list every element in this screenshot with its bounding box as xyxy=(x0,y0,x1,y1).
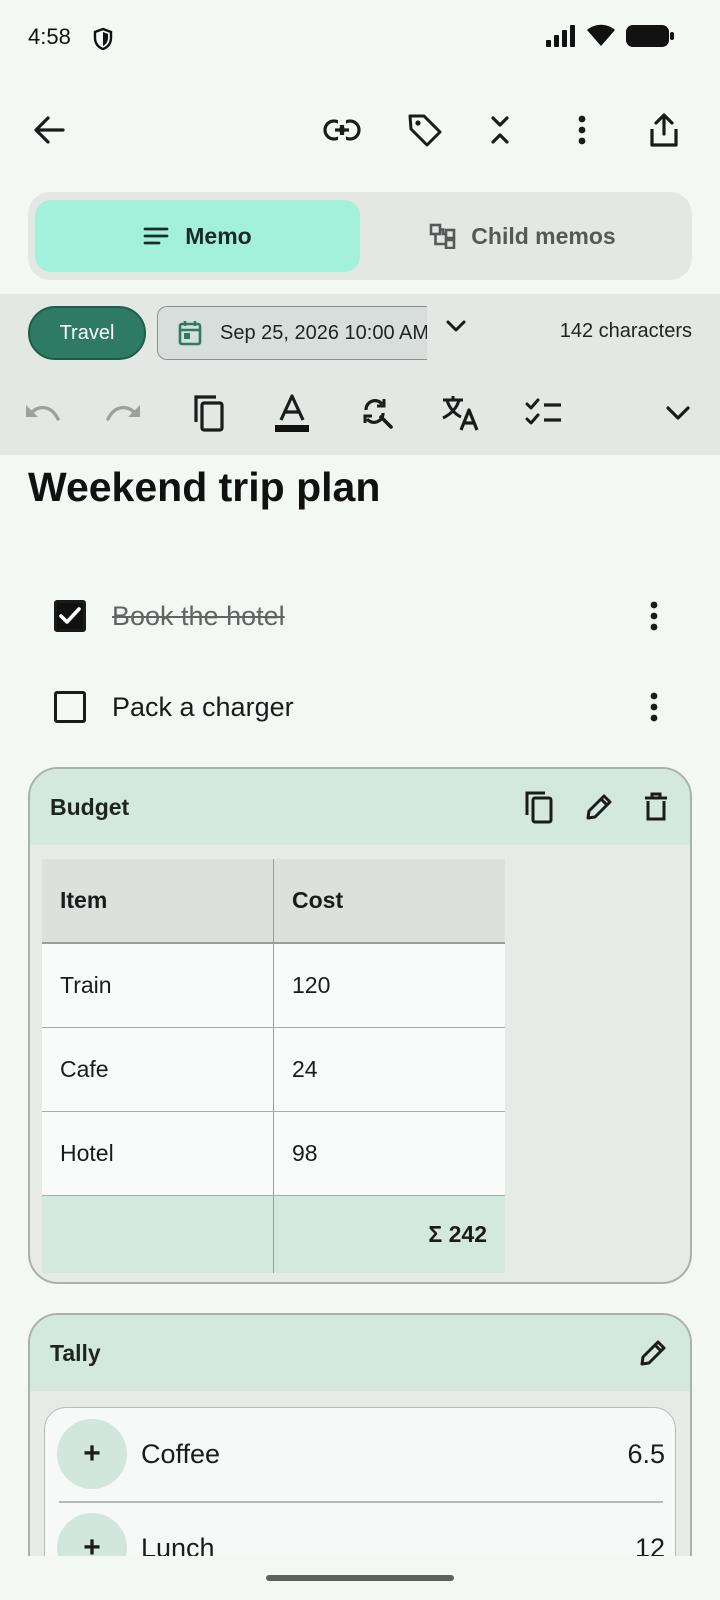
undo-icon xyxy=(23,401,61,425)
redo-icon xyxy=(105,401,143,425)
table-cell[interactable]: 24 xyxy=(273,1027,505,1112)
checklist-item-text[interactable]: Pack a charger xyxy=(112,692,634,723)
budget-card-title: Budget xyxy=(50,793,130,820)
tab-memo-label: Memo xyxy=(185,222,252,249)
copy-icon[interactable] xyxy=(524,790,554,824)
table-cell[interactable]: 120 xyxy=(273,943,505,1028)
signal-icon xyxy=(546,25,576,47)
status-icons xyxy=(546,24,674,48)
tally-item-name: Coffee xyxy=(141,1438,221,1469)
tag-chip[interactable]: Travel xyxy=(28,306,146,360)
memo-title[interactable]: Weekend trip plan xyxy=(28,464,380,511)
copy-icon xyxy=(192,394,226,432)
calendar-icon xyxy=(178,320,202,346)
shield-icon xyxy=(92,27,114,51)
share-button[interactable] xyxy=(636,102,692,158)
table-header-cell[interactable]: Cost xyxy=(273,859,505,944)
collapse-icon xyxy=(488,114,512,146)
checklist-item: Pack a charger xyxy=(28,672,692,742)
chevron-down-icon xyxy=(665,404,691,422)
more-options-button[interactable] xyxy=(554,102,610,158)
table-cell[interactable]: Train xyxy=(42,943,274,1028)
table-sum-value: Σ 242 xyxy=(273,1195,505,1273)
table-cell[interactable]: 98 xyxy=(273,1111,505,1196)
tab-child-label: Child memos xyxy=(471,222,616,249)
text-color-icon xyxy=(274,393,310,433)
gesture-nav-handle[interactable] xyxy=(266,1575,454,1581)
tab-child-memos[interactable]: Child memos xyxy=(360,200,685,272)
table-cell[interactable]: Hotel xyxy=(42,1111,274,1196)
tally-item-value: 6.5 xyxy=(627,1438,665,1469)
more-vert-icon xyxy=(578,115,586,145)
date-chip[interactable]: Sep 25, 2026 10:00 AM xyxy=(157,306,427,360)
checklist-item-text[interactable]: Book the hotel xyxy=(112,601,634,632)
checklist-item: Book the hotel xyxy=(28,581,692,651)
child-tree-icon xyxy=(429,223,457,249)
tally-card-header: Tally xyxy=(30,1315,690,1391)
text-color-button[interactable] xyxy=(268,389,316,437)
memo-lines-icon xyxy=(143,226,169,246)
tag-icon xyxy=(407,112,443,148)
back-arrow-icon xyxy=(33,115,65,145)
more-vert-icon xyxy=(650,692,658,722)
table-row: Cafe 24 xyxy=(42,1027,505,1112)
tally-item: + Coffee 6.5 xyxy=(45,1408,675,1500)
increment-button[interactable]: + xyxy=(57,1419,127,1489)
collapse-button[interactable] xyxy=(472,102,528,158)
checkbox-checked[interactable] xyxy=(54,600,86,632)
budget-table: Item Cost Train 120 Cafe 24 Hotel 98 Σ 2… xyxy=(42,859,505,1273)
back-button[interactable] xyxy=(21,102,77,158)
chevron-down-icon[interactable] xyxy=(445,318,467,334)
find-replace-button[interactable] xyxy=(353,389,401,437)
checkbox-unchecked[interactable] xyxy=(54,691,86,723)
tally-card-title: Tally xyxy=(50,1339,101,1366)
battery-icon xyxy=(626,25,674,47)
budget-card: Budget Item Cost Train 120 Cafe 24 Hotel… xyxy=(28,767,692,1284)
table-row: Train 120 xyxy=(42,943,505,1028)
translate-icon xyxy=(441,394,481,432)
edit-icon[interactable] xyxy=(638,1338,668,1368)
checklist-button[interactable] xyxy=(520,389,568,437)
table-row: Hotel 98 xyxy=(42,1111,505,1196)
copy-button[interactable] xyxy=(185,389,233,437)
expand-toolbar-button[interactable] xyxy=(654,389,702,437)
item-more-button[interactable] xyxy=(634,692,674,722)
redo-button[interactable] xyxy=(100,389,148,437)
undo-button[interactable] xyxy=(18,389,66,437)
translate-button[interactable] xyxy=(437,389,485,437)
character-count: 142 characters xyxy=(559,320,692,342)
share-icon xyxy=(649,112,679,148)
link-button[interactable] xyxy=(314,102,370,158)
item-more-button[interactable] xyxy=(634,601,674,631)
find-replace-icon xyxy=(360,396,394,430)
tab-memo[interactable]: Memo xyxy=(35,200,360,272)
delete-icon[interactable] xyxy=(644,792,668,822)
table-sum-row: Σ 242 xyxy=(42,1195,505,1273)
more-vert-icon xyxy=(650,601,658,631)
table-cell[interactable]: Cafe xyxy=(42,1027,274,1112)
table-header-cell[interactable]: Item xyxy=(42,859,274,944)
checklist-icon xyxy=(525,398,563,428)
link-icon xyxy=(323,119,361,141)
edit-icon[interactable] xyxy=(584,792,614,822)
budget-card-header: Budget xyxy=(30,769,690,845)
tag-button[interactable] xyxy=(397,102,453,158)
table-sum-empty xyxy=(42,1195,274,1273)
date-label: Sep 25, 2026 10:00 AM xyxy=(220,321,427,344)
status-time: 4:58 xyxy=(28,24,71,49)
wifi-icon xyxy=(586,24,616,48)
